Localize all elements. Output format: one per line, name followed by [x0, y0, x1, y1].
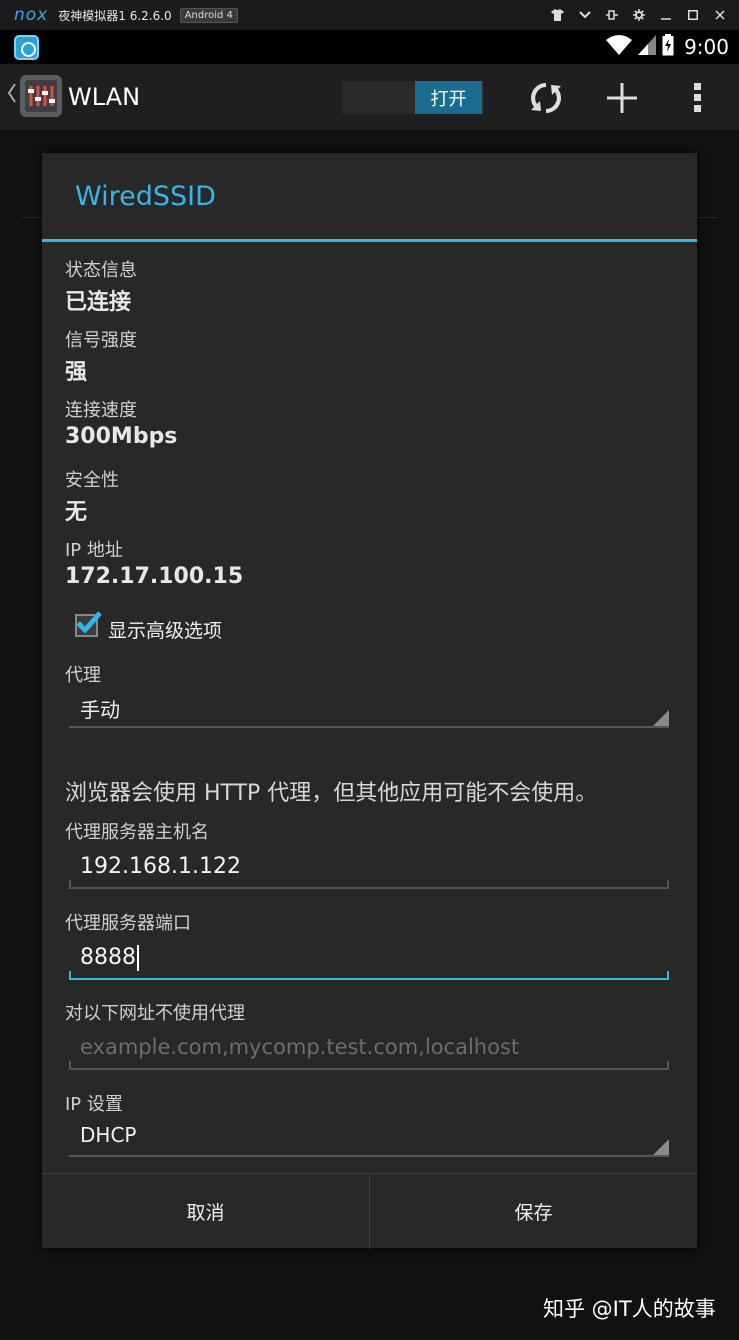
battery-icon [662, 34, 674, 60]
bypass-placeholder: example.com,mycomp.test.com,localhost [80, 1035, 520, 1059]
dialog-button-bar: 取消 保存 [42, 1173, 697, 1249]
emulator-title: 夜神模拟器1 6.2.6.0 [58, 8, 172, 23]
dropdown-triangle-icon [653, 1139, 669, 1155]
nox-notification-icon [14, 35, 39, 60]
wlan-switch-on[interactable]: 打开 [415, 81, 482, 114]
nox-logo: nox [14, 5, 49, 25]
proxy-host-label: 代理服务器主机名 [65, 822, 209, 843]
proxy-port-field[interactable]: 8888 [69, 936, 669, 980]
android-status-bar: 9:00 [0, 30, 739, 64]
ip-settings-label: IP 设置 [65, 1094, 123, 1115]
proxy-host-field[interactable]: 192.168.1.122 [69, 845, 669, 889]
action-bar-title: WLAN [68, 83, 141, 111]
link-speed-label: 连接速度 [65, 400, 137, 421]
proxy-spinner-value: 手动 [80, 698, 120, 722]
proxy-label: 代理 [65, 665, 101, 686]
add-network-icon[interactable] [600, 76, 644, 120]
signal-strength-value: 强 [65, 360, 88, 385]
settings-app-icon[interactable] [20, 75, 62, 117]
dialog-title-divider [42, 239, 697, 242]
overflow-menu-icon[interactable] [676, 76, 720, 120]
proxy-help-text: 浏览器会使用 HTTP 代理，但其他应用可能不会使用。 [65, 781, 598, 806]
pin-icon[interactable] [598, 0, 625, 30]
proxy-port-value: 8888 [80, 945, 136, 970]
bypass-label: 对以下网址不使用代理 [65, 1003, 245, 1024]
signal-strength-label: 信号强度 [65, 330, 137, 351]
text-caret [137, 945, 139, 971]
maximize-icon[interactable] [679, 0, 706, 30]
save-button[interactable]: 保存 [370, 1174, 697, 1248]
ip-settings-value: DHCP [80, 1123, 137, 1147]
dropdown-triangle-icon [653, 710, 669, 726]
advanced-options-label[interactable]: 显示高级选项 [108, 616, 222, 643]
settings-gear-icon[interactable] [625, 0, 652, 30]
ip-address-label: IP 地址 [65, 540, 123, 561]
proxy-spinner[interactable]: 手动 [69, 688, 669, 728]
security-value: 无 [65, 500, 88, 525]
skin-icon[interactable] [544, 0, 571, 30]
checkmark-icon [73, 608, 103, 642]
back-chevron-icon[interactable] [7, 82, 17, 110]
collapse-chevron-icon[interactable] [571, 0, 598, 30]
status-time: 9:00 [684, 35, 729, 59]
minimize-icon[interactable] [652, 0, 679, 30]
bypass-field[interactable]: example.com,mycomp.test.com,localhost [69, 1026, 669, 1070]
link-speed-value: 300Mbps [65, 424, 178, 449]
close-icon[interactable] [706, 0, 733, 30]
network-details-dialog: WiredSSID 状态信息 已连接 信号强度 强 连接速度 300Mbps 安… [42, 153, 697, 1249]
emulator-title-bar: nox 夜神模拟器1 6.2.6.0 Android 4 [0, 0, 739, 30]
proxy-host-value: 192.168.1.122 [80, 854, 241, 879]
emulator-window-controls [544, 0, 733, 30]
cell-signal-icon [638, 35, 657, 59]
wifi-signal-icon [606, 35, 633, 59]
refresh-scan-icon[interactable] [524, 76, 568, 120]
cancel-button[interactable]: 取消 [42, 1174, 369, 1248]
proxy-port-label: 代理服务器端口 [65, 913, 191, 934]
ip-address-value: 172.17.100.15 [65, 564, 244, 589]
zhihu-watermark: 知乎 @IT人的故事 [543, 1297, 716, 1321]
security-label: 安全性 [65, 470, 119, 491]
ip-settings-spinner[interactable]: DHCP [69, 1117, 669, 1157]
status-info-label: 状态信息 [65, 260, 137, 281]
android-version-badge: Android 4 [179, 7, 238, 23]
status-info-value: 已连接 [65, 290, 132, 315]
wlan-action-bar: WLAN 打开 [0, 64, 739, 130]
dialog-title: WiredSSID [75, 181, 216, 212]
